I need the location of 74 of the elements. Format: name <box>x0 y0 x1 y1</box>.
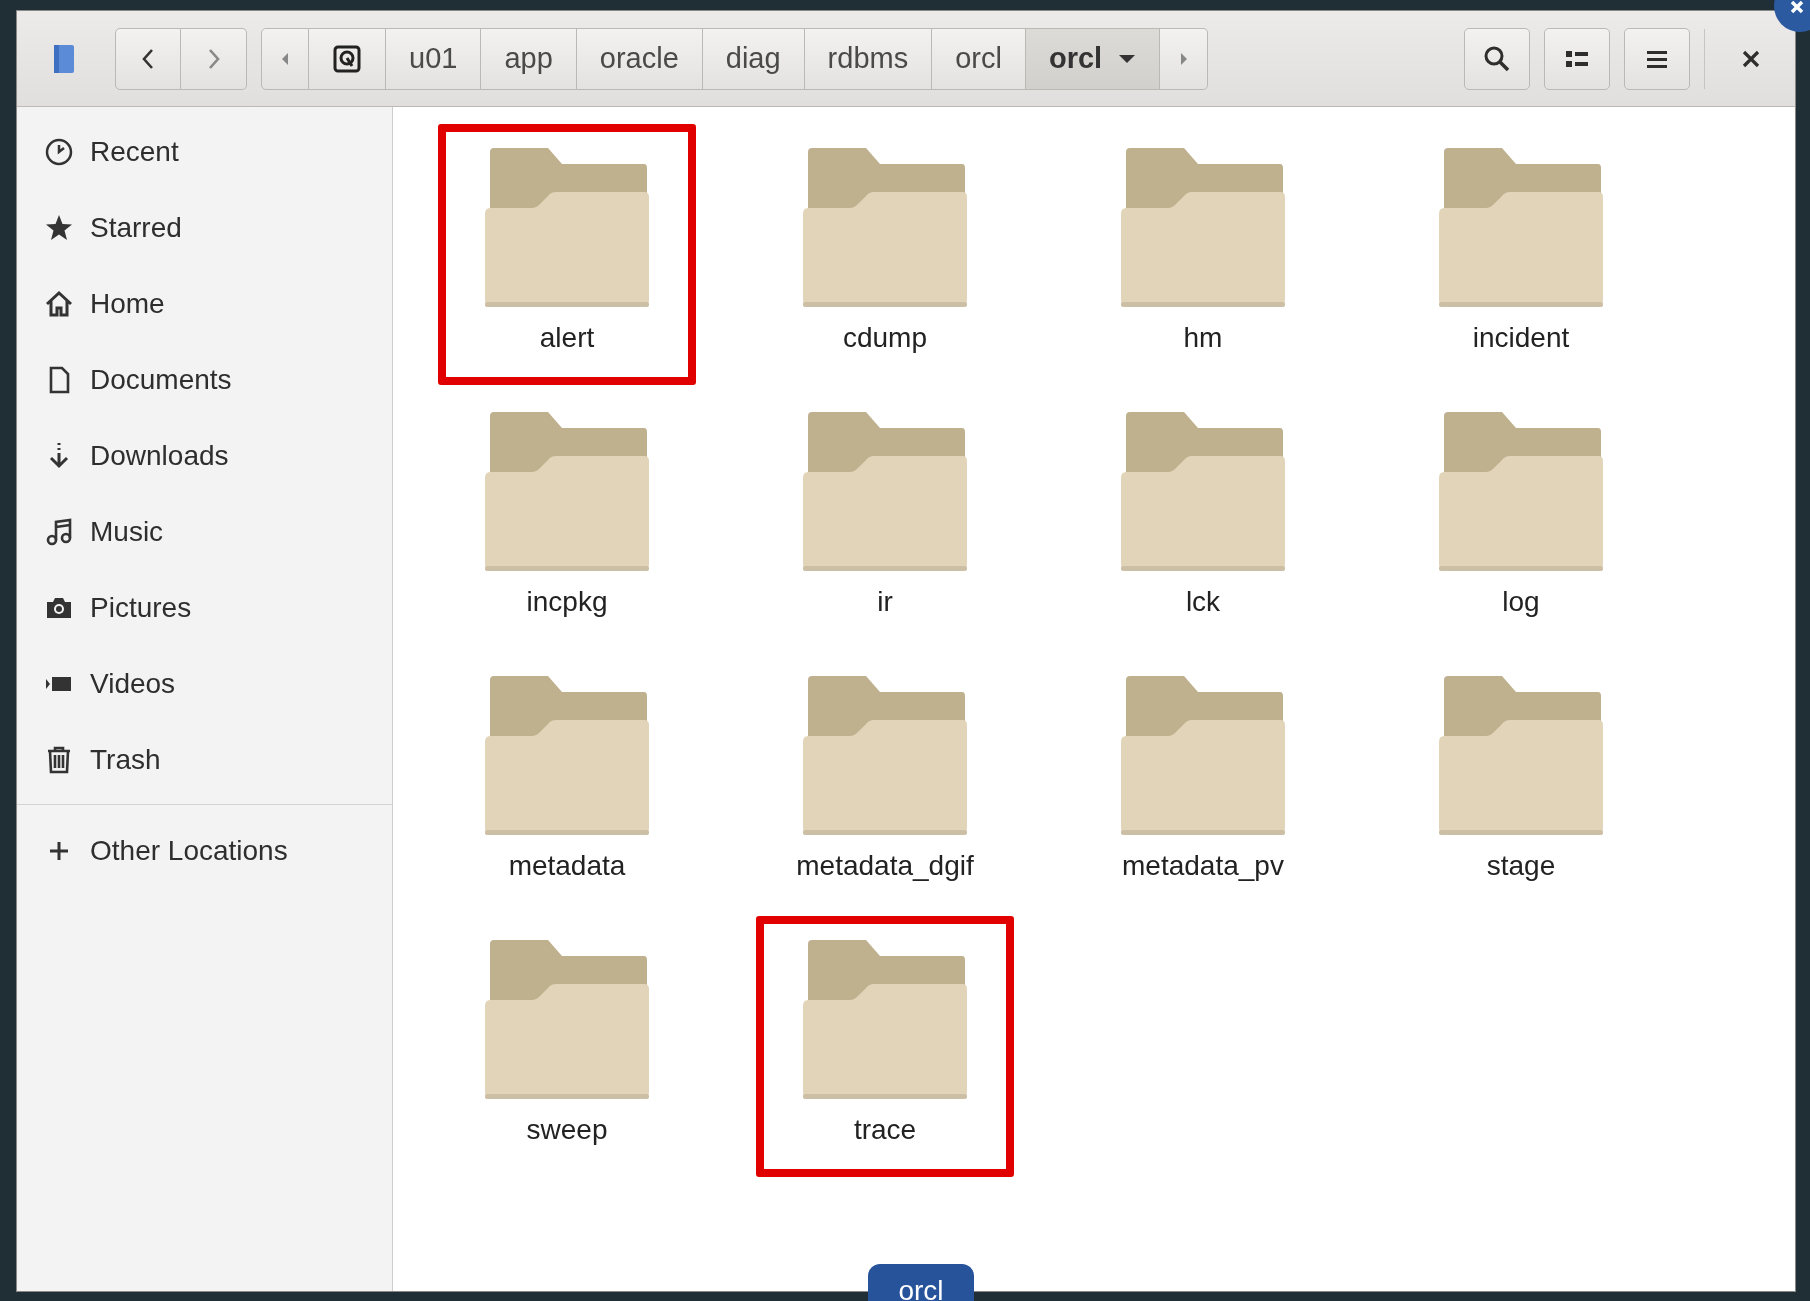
folder-item[interactable]: incident <box>1392 124 1650 385</box>
folder-icon <box>1438 674 1604 838</box>
folder-icon <box>802 674 968 838</box>
highlight-box[interactable]: alert <box>438 124 696 385</box>
folder-item[interactable]: sweep <box>438 916 696 1177</box>
folder-item[interactable]: stage <box>1392 652 1650 913</box>
path-button[interactable]: app <box>481 27 577 90</box>
folder-name: ir <box>877 586 893 618</box>
folder-name: incpkg <box>526 586 608 618</box>
folder-name: metadata_dgif <box>796 850 974 882</box>
folder-icon <box>1120 146 1286 310</box>
search-icon <box>1483 44 1511 73</box>
sidebar-item[interactable]: Recent <box>17 114 392 190</box>
clock-icon <box>44 137 74 167</box>
folder-icon <box>802 146 968 310</box>
highlight-box[interactable]: trace <box>756 916 1014 1177</box>
folder-icon <box>484 938 650 1102</box>
path-button[interactable]: orcl <box>1025 27 1161 90</box>
sidebar-item[interactable]: Home <box>17 266 392 342</box>
folder-icon <box>802 938 968 1102</box>
close-icon <box>1741 48 1761 69</box>
search-button[interactable] <box>1464 27 1530 90</box>
sidebar-item[interactable]: Documents <box>17 342 392 418</box>
triangle-right-icon <box>1178 50 1189 67</box>
folder-icon <box>1120 674 1286 838</box>
folder-item[interactable]: metadata_dgif <box>756 652 1014 913</box>
path-button[interactable]: u01 <box>386 27 482 90</box>
star-icon <box>44 213 74 243</box>
folder-name: sweep <box>526 1114 608 1146</box>
folder-name: metadata_pv <box>1122 850 1284 882</box>
path-button[interactable]: rdbms <box>804 27 933 90</box>
folder-item[interactable]: hm <box>1074 124 1332 385</box>
folder-item[interactable]: incpkg <box>438 388 696 649</box>
sidebar-item[interactable]: Trash <box>17 722 392 798</box>
folder-icon <box>802 410 968 574</box>
folder-name: log <box>1502 586 1540 618</box>
home-icon <box>44 289 74 319</box>
folder-name: incident <box>1472 322 1570 354</box>
path-button[interactable]: diag <box>702 27 805 90</box>
drive-icon <box>332 43 362 74</box>
sidebar-item[interactable]: Pictures <box>17 570 392 646</box>
folder-icon <box>1438 410 1604 574</box>
folder-icon <box>1438 146 1604 310</box>
folder-name: lck <box>1185 586 1221 618</box>
sidebar-item[interactable]: Music <box>17 494 392 570</box>
drive-button[interactable] <box>309 27 386 90</box>
caret-icon <box>1118 53 1137 64</box>
tooltip: orcl <box>868 1264 974 1301</box>
path-button[interactable]: orcl <box>932 27 1026 90</box>
view-toggle-button[interactable] <box>1544 27 1610 90</box>
folder-item[interactable]: ir <box>756 388 1014 649</box>
menu-button[interactable] <box>1624 27 1690 90</box>
folder-name: cdump <box>842 322 927 354</box>
folder-item[interactable]: lck <box>1074 388 1332 649</box>
folder-item[interactable]: metadata_pv <box>1074 652 1332 913</box>
sidebar-item[interactable]: Videos <box>17 646 392 722</box>
folder-name: hm <box>1183 322 1223 354</box>
folder-icon <box>484 146 650 310</box>
folder-name: stage <box>1486 850 1556 882</box>
path-button[interactable]: oracle <box>576 27 703 90</box>
folder-name: alert <box>539 322 595 354</box>
music-note-icon <box>44 517 74 547</box>
sidebar-item[interactable]: Other Locations <box>17 813 392 889</box>
sidebar-item[interactable]: Downloads <box>17 418 392 494</box>
folder-icon <box>1120 410 1286 574</box>
document-icon <box>53 43 75 74</box>
folder-item[interactable]: metadata <box>438 652 696 913</box>
sidebar-item[interactable]: Starred <box>17 190 392 266</box>
folder-item[interactable]: cdump <box>756 124 1014 385</box>
folder-name: trace <box>853 1114 917 1146</box>
folder-item[interactable]: log <box>1392 388 1650 649</box>
folder-name: metadata <box>508 850 626 882</box>
folder-icon <box>484 674 650 838</box>
folder-icon <box>484 410 650 574</box>
